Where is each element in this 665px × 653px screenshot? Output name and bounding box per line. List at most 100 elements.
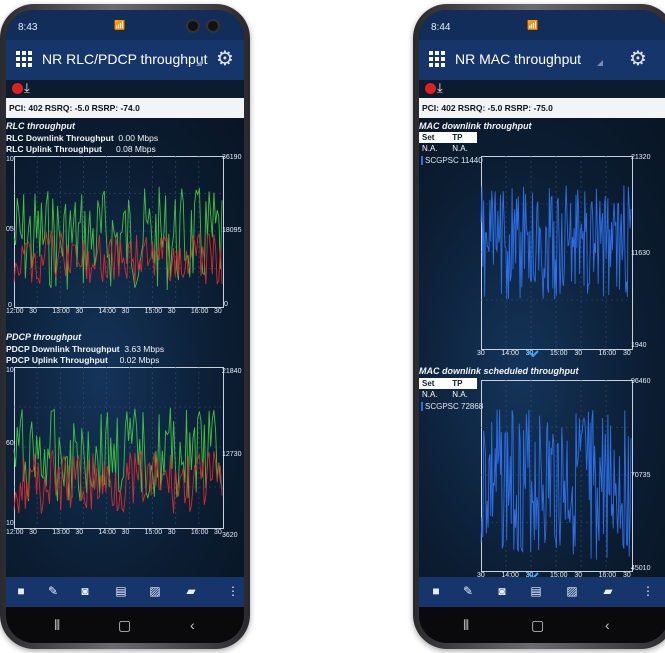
record-icon[interactable] xyxy=(12,83,23,94)
chevron-down-icon[interactable] xyxy=(527,350,539,358)
camera-capture-icon[interactable]: ◙ xyxy=(495,584,509,598)
sched-right-tick: 45010 xyxy=(631,565,651,572)
edit-icon[interactable]: ✎ xyxy=(461,584,475,598)
x-tick-label: 13:00 xyxy=(52,308,70,315)
right-screen: 8:44 📶 NR MAC throughput ⚙ ⤓ PCI: 402 RS… xyxy=(419,10,665,643)
x-tick-label: 30 xyxy=(121,529,130,536)
rlc-chart xyxy=(13,156,223,306)
document-icon[interactable]: ▤ xyxy=(529,584,543,598)
gear-icon[interactable]: ⚙ xyxy=(216,46,234,71)
status-bar: 8:43 📶 xyxy=(6,10,244,40)
chart-area: MAC downlink throughput Set TP N.A. N.A.… xyxy=(419,118,665,585)
pdcp-dl-legend: PDCP Downlink Throughput 3.63 Mbps xyxy=(6,344,164,354)
home-icon[interactable]: ▢ xyxy=(118,617,131,634)
cell-info: PCI: 402 RSRQ: -5.0 RSRP: -75.0 xyxy=(419,98,665,118)
download-icon[interactable]: ⤓ xyxy=(24,80,30,96)
document-icon[interactable]: ▤ xyxy=(114,584,128,598)
pdcp-chart xyxy=(13,367,223,527)
record-toolbar: ⤓ xyxy=(6,80,244,98)
pdcp-dl-value: 3.63 Mbps xyxy=(124,344,165,354)
chart-area: RLC throughput RLC Downlink Throughput 0… xyxy=(6,118,244,585)
recents-icon[interactable]: ⦀ xyxy=(54,617,60,634)
app-bar: NR MAC throughput ⚙ xyxy=(419,40,665,80)
pdcp-left-tick: 60 xyxy=(6,440,14,447)
rlc-ul-value: 0.08 Mbps xyxy=(116,144,156,154)
mac-tp-table: Set TP N.A. N.A. xyxy=(419,132,477,154)
record-icon[interactable] xyxy=(425,83,436,94)
x-tick-label: 14:00 xyxy=(98,308,116,315)
pdcp-left-tick: 10 xyxy=(6,367,14,374)
sched-cell-tp: N.A. xyxy=(452,390,468,399)
x-tick-label: 30 xyxy=(167,308,176,315)
mac-table-row: N.A. N.A. xyxy=(419,143,477,154)
x-tick-label: 12:00 xyxy=(6,529,24,536)
mac-col-tp: TP xyxy=(452,133,463,142)
mac-right-tick: 1940 xyxy=(631,342,647,349)
clock: 8:44 xyxy=(431,22,451,33)
x-tick-label: 30 xyxy=(167,529,176,536)
recents-icon[interactable]: ⦀ xyxy=(463,617,469,634)
rlc-ul-legend: RLC Uplink Throughput 0.08 Mbps xyxy=(6,144,156,154)
mac-col-set: Set xyxy=(422,133,435,142)
pdcp-left-tick: 10 xyxy=(6,520,14,527)
rlc-left-tick: 05 xyxy=(6,226,14,233)
folder-icon[interactable]: ▰ xyxy=(184,584,198,598)
pdcp-right-tick: 12730 xyxy=(222,451,242,458)
sched-table-header: Set TP xyxy=(419,378,477,389)
rlc-section-title: RLC throughput xyxy=(6,121,75,131)
x-tick-label: 30 xyxy=(574,350,583,357)
apps-grid-icon[interactable] xyxy=(429,51,445,67)
pdcp-right-tick: 3620 xyxy=(222,532,238,539)
x-tick-label: 30 xyxy=(29,308,37,315)
more-vert-icon[interactable]: ⋮ xyxy=(226,584,240,598)
cell-info: PCI: 402 RSRQ: -5.0 RSRP: -74.0 xyxy=(6,98,244,118)
folder-icon[interactable]: ▰ xyxy=(601,584,615,598)
mac-cell-set: N.A. xyxy=(422,144,438,153)
x-tick-label: 30 xyxy=(121,308,130,315)
rlc-right-tick: 0 xyxy=(224,301,228,308)
bottom-toolbar: ■ ✎ ◙ ▤ ▨ ▰ ⋮ xyxy=(419,577,665,607)
sched-cell-set: N.A. xyxy=(422,390,438,399)
page-title[interactable]: NR RLC/PDCP throughput xyxy=(42,51,207,67)
mac-table-header: Set TP xyxy=(419,132,477,143)
back-icon[interactable]: ‹ xyxy=(605,617,610,633)
back-icon[interactable]: ‹ xyxy=(190,617,195,633)
x-tick-label: 15:00 xyxy=(144,529,163,536)
page-title[interactable]: NR MAC throughput xyxy=(455,51,581,67)
dropdown-caret-icon[interactable] xyxy=(597,60,603,66)
x-tick-label: 30 xyxy=(214,529,222,536)
mac-chart xyxy=(480,156,632,348)
home-icon[interactable]: ▢ xyxy=(531,617,544,634)
x-tick-label: 16:00 xyxy=(190,308,209,315)
stop-icon[interactable]: ■ xyxy=(14,584,28,598)
rlc-dl-label: RLC Downlink Throughput xyxy=(6,133,114,143)
note-icon[interactable]: ▨ xyxy=(565,584,579,598)
stop-icon[interactable]: ■ xyxy=(429,584,443,598)
x-tick-label: 30 xyxy=(477,350,485,357)
more-vert-icon[interactable]: ⋮ xyxy=(641,584,655,598)
pdcp-right-tick: 21840 xyxy=(222,368,242,375)
camera-capture-icon[interactable]: ◙ xyxy=(78,584,92,598)
dropdown-caret-icon[interactable] xyxy=(196,60,202,66)
sched-section-title: MAC downlink scheduled throughput xyxy=(419,366,579,376)
sched-downlink-series xyxy=(480,409,632,560)
right-phone: 8:44 📶 NR MAC throughput ⚙ ⤓ PCI: 402 RS… xyxy=(413,4,665,649)
rlc-ul-label: RLC Uplink Throughput xyxy=(6,144,102,154)
system-nav-bar: ⦀ ▢ ‹ xyxy=(419,607,665,643)
x-tick-label: 14:00 xyxy=(98,529,116,536)
x-tick-label: 30 xyxy=(214,308,222,315)
pdcp-dl-label: PDCP Downlink Throughput xyxy=(6,344,120,354)
gear-icon[interactable]: ⚙ xyxy=(629,46,647,71)
x-tick-label: 30 xyxy=(75,529,84,536)
pdcp-section-title: PDCP throughput xyxy=(6,332,82,342)
mac-right-tick: 11630 xyxy=(631,250,650,257)
camera-icon xyxy=(206,19,220,33)
apps-grid-icon[interactable] xyxy=(16,51,32,67)
edit-icon[interactable]: ✎ xyxy=(46,584,60,598)
note-icon[interactable]: ▨ xyxy=(148,584,162,598)
download-icon[interactable]: ⤓ xyxy=(437,80,443,96)
sched-chart xyxy=(480,380,632,570)
x-tick-label: 16:00 xyxy=(190,529,209,536)
sched-right-tick: 70735 xyxy=(631,472,651,479)
sched-col-tp: TP xyxy=(452,379,463,388)
